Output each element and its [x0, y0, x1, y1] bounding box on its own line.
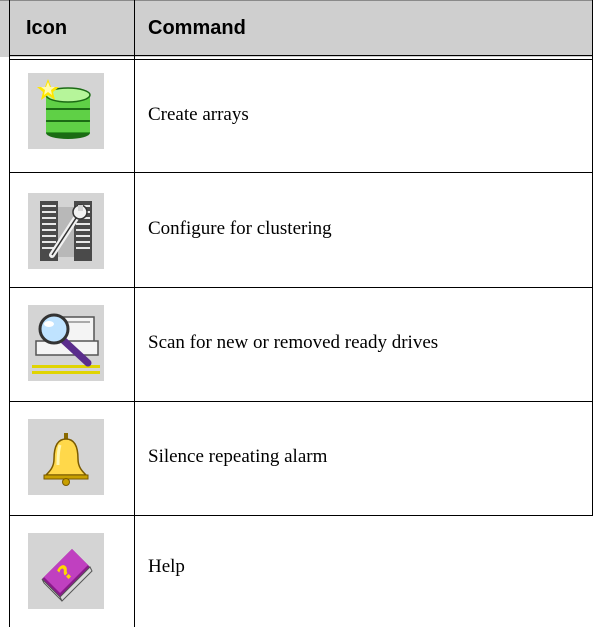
header-command-column: Command: [148, 17, 246, 39]
table-row: Create arrays: [0, 60, 593, 172]
command-scan-drives: Scan for new or removed ready drives: [148, 332, 439, 353]
table-row: Silence repeating alarm: [0, 402, 593, 515]
command-table: Icon Command Create arrays Configure for…: [0, 0, 593, 627]
bell-icon: [28, 419, 104, 495]
help-book-icon: ?: [28, 533, 104, 609]
command-help: Help: [148, 556, 185, 577]
command-create-arrays: Create arrays: [148, 104, 249, 125]
header-divider: [9, 55, 593, 56]
header-icon-column: Icon: [26, 17, 68, 39]
table-row: Scan for new or removed ready drives: [0, 288, 593, 401]
create-arrays-icon: [28, 73, 104, 149]
table-row: Configure for clustering: [0, 173, 593, 287]
command-silence-alarm: Silence repeating alarm: [148, 446, 328, 467]
table-row: ? Help: [0, 516, 593, 627]
table-header: Icon Command: [0, 0, 593, 57]
scan-drives-icon: [28, 305, 104, 381]
command-configure-clustering: Configure for clustering: [148, 218, 332, 239]
configure-clustering-icon: [28, 193, 104, 269]
